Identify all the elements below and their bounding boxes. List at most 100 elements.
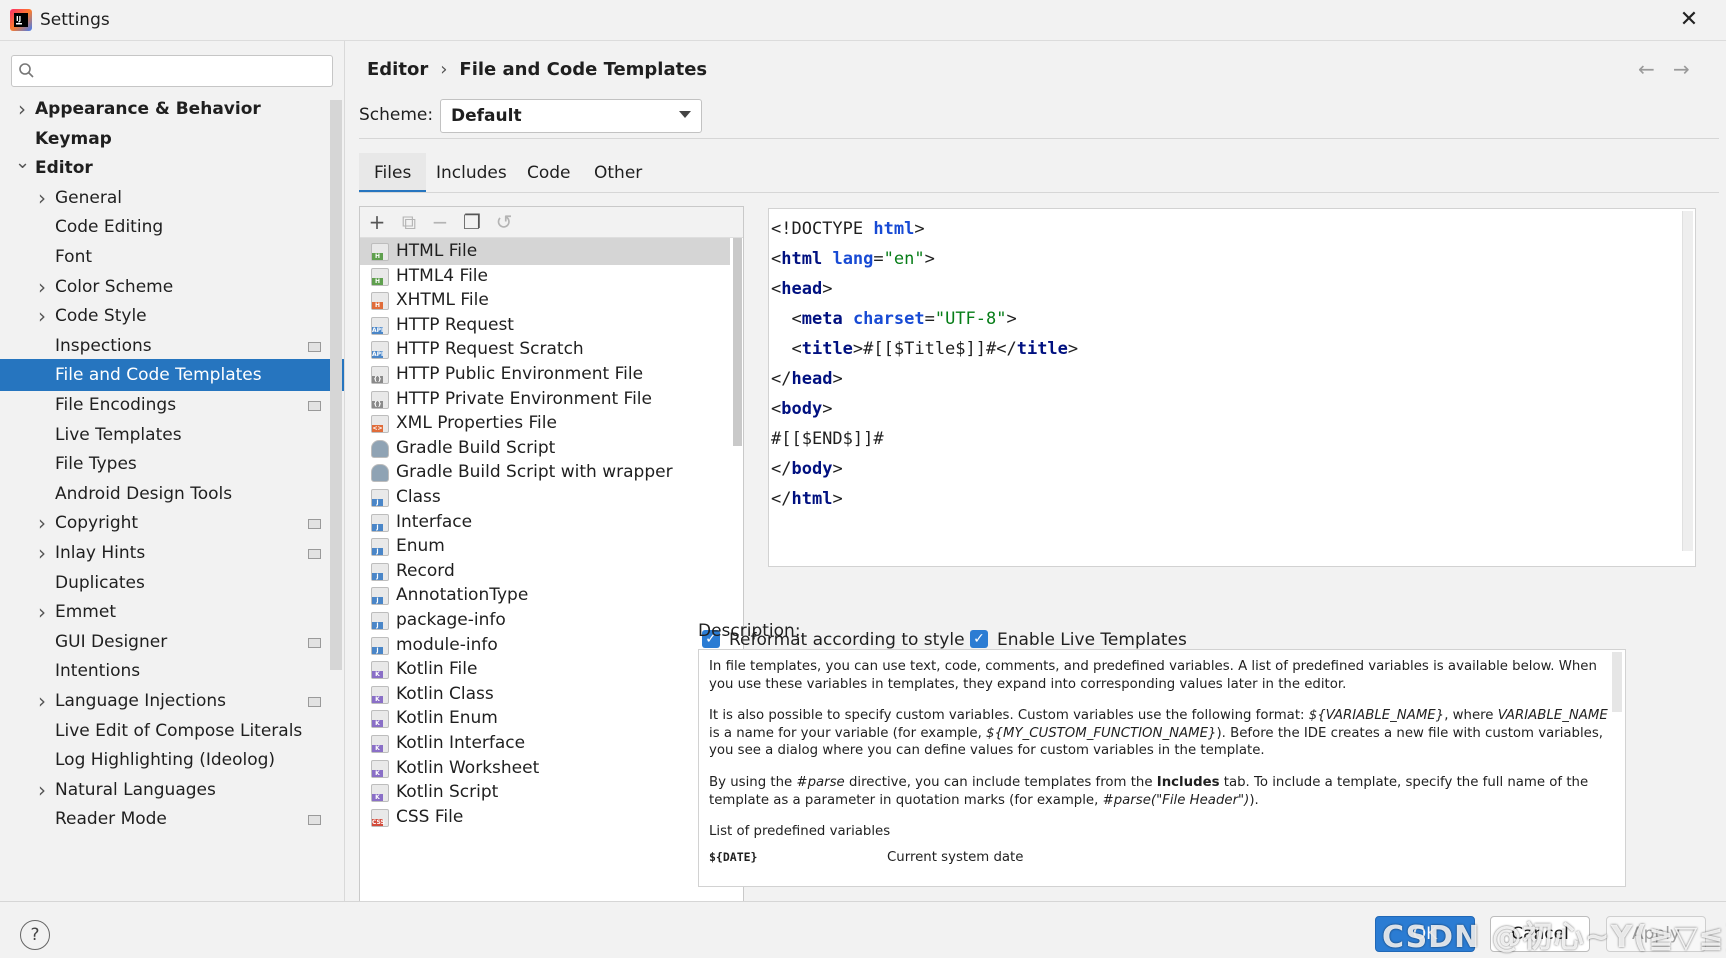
chevron-right-icon[interactable]: › — [35, 774, 49, 806]
sidebar-item-appearance-behavior[interactable]: › Appearance & Behavior — [0, 93, 344, 125]
chevron-right-icon[interactable]: › — [35, 685, 49, 717]
template-list-item[interactable]: K Kotlin Script — [360, 779, 730, 806]
template-list-item[interactable]: K Kotlin Enum — [360, 705, 730, 732]
template-list-item[interactable]: H XHTML File — [360, 287, 730, 314]
template-list-item[interactable]: K Kotlin File — [360, 656, 730, 683]
chevron-down-icon[interactable]: ⌄ — [15, 147, 30, 179]
sidebar-item-android-design-tools[interactable]: Android Design Tools — [0, 478, 344, 510]
template-list-item[interactable]: J AnnotationType — [360, 582, 730, 609]
copy-icon[interactable]: ❐ — [460, 210, 484, 234]
template-list-item[interactable]: CSS CSS File — [360, 804, 730, 831]
sidebar-scrollbar[interactable] — [330, 100, 342, 670]
sidebar-item-live-templates[interactable]: Live Templates — [0, 419, 344, 451]
template-list-item[interactable]: K Kotlin Interface — [360, 730, 730, 757]
template-list-item[interactable]: API HTTP Request Scratch — [360, 336, 730, 363]
template-name: HTTP Public Environment File — [396, 364, 644, 384]
sidebar-item-general[interactable]: › General — [0, 182, 344, 214]
java-file-icon: J — [371, 489, 389, 507]
add-icon[interactable]: + — [365, 210, 389, 234]
sidebar-item-label: Copyright — [55, 513, 139, 534]
remove-icon[interactable]: − — [428, 210, 452, 234]
template-list-item[interactable]: <> XML Properties File — [360, 410, 730, 437]
variable-row: ${DATE} Current system date — [709, 849, 1609, 869]
template-list-item[interactable]: Jmodule-info — [360, 632, 730, 659]
sidebar-item-natural-languages[interactable]: › Natural Languages — [0, 774, 344, 806]
reset-icon[interactable]: ↺ — [492, 210, 516, 234]
template-list-item[interactable]: K Kotlin Worksheet — [360, 755, 730, 782]
template-list-item[interactable]: API HTTP Request — [360, 312, 730, 339]
template-list-toolbar: + ⧉ − ❐ ↺ — [360, 207, 743, 238]
code-line: <!DOCTYPE html> — [771, 219, 925, 239]
sidebar-item-live-edit-of-compose-literals[interactable]: Live Edit of Compose Literals — [0, 715, 344, 747]
template-list-item[interactable]: H HTML4 File — [360, 263, 730, 290]
divider — [359, 138, 1719, 139]
close-icon[interactable]: ✕ — [1672, 6, 1706, 34]
sidebar-item-font[interactable]: Font — [0, 241, 344, 273]
sidebar-item-file-types[interactable]: File Types — [0, 448, 344, 480]
template-code-editor[interactable]: <!DOCTYPE html> <html lang="en"> <head> <m… — [768, 208, 1696, 567]
breadcrumb-parent[interactable]: Editor — [367, 59, 428, 80]
sidebar-item-file-and-code-templates[interactable]: File and Code Templates — [0, 359, 344, 392]
chevron-right-icon[interactable]: › — [35, 271, 49, 303]
sidebar-item-editor[interactable]: ⌄ Editor — [0, 152, 344, 184]
sidebar-item-file-encodings[interactable]: File Encodings — [0, 389, 344, 421]
template-name: Gradle Build Script — [396, 437, 556, 458]
template-name: Gradle Build Script with wrapper — [396, 462, 673, 483]
sidebar-item-inlay-hints[interactable]: › Inlay Hints — [0, 537, 344, 569]
scheme-dropdown[interactable]: Default — [440, 99, 702, 133]
template-name: XML Properties File — [396, 413, 557, 434]
chevron-right-icon[interactable]: › — [35, 537, 49, 569]
sidebar-item-label: Keymap — [35, 128, 112, 149]
tab-other[interactable]: Other — [579, 153, 657, 193]
template-list-item[interactable]: Gradle Build Script with wrapper — [360, 459, 730, 486]
template-list-item[interactable]: J Interface — [360, 509, 730, 536]
sidebar-item-copyright[interactable]: › Copyright — [0, 507, 344, 539]
add-child-icon[interactable]: ⧉ — [397, 210, 421, 234]
editor-scrollbar[interactable] — [1682, 211, 1693, 551]
help-icon[interactable]: ? — [20, 920, 50, 950]
sidebar-item-code-style[interactable]: › Code Style — [0, 300, 344, 332]
tab-includes[interactable]: Includes — [421, 153, 522, 193]
chevron-right-icon[interactable]: › — [15, 93, 29, 125]
sidebar-item-language-injections[interactable]: › Language Injections — [0, 685, 344, 717]
sidebar-item-color-scheme[interactable]: › Color Scheme — [0, 271, 344, 303]
description-scrollbar[interactable] — [1612, 652, 1622, 712]
chevron-right-icon[interactable]: › — [35, 300, 49, 332]
sidebar-item-intentions[interactable]: Intentions — [0, 655, 344, 687]
dialog-footer: ? OK Cancel Apply CSDN @初心~Y(≧▽≦) — [0, 901, 1726, 958]
sidebar-item-inspections[interactable]: Inspections — [0, 330, 344, 362]
sidebar-item-emmet[interactable]: › Emmet — [0, 596, 344, 628]
template-list-item[interactable]: H HTML File — [360, 238, 730, 265]
settings-search-input[interactable] — [11, 55, 333, 87]
template-list-item[interactable]: J Class — [360, 484, 730, 511]
sidebar-item-gui-designer[interactable]: GUI Designer — [0, 626, 344, 658]
project-scope-icon — [308, 549, 321, 559]
template-list-item[interactable]: {} HTTP Public Environment File — [360, 361, 730, 388]
sidebar-item-label: Duplicates — [55, 572, 145, 593]
template-list-item[interactable]: Jpackage-info — [360, 607, 730, 634]
forward-arrow-icon[interactable]: → — [1673, 57, 1690, 81]
template-list-item[interactable]: K Kotlin Class — [360, 681, 730, 708]
template-list-scrollbar[interactable] — [733, 238, 742, 446]
template-list-item[interactable]: J Record — [360, 558, 730, 585]
sidebar-item-label: Appearance & Behavior — [35, 99, 261, 119]
sidebar-item-reader-mode[interactable]: Reader Mode — [0, 803, 344, 835]
csdn-watermark: CSDN @初心~Y(≧▽≦) — [1382, 920, 1726, 955]
description-paragraph: By using the #parse directive, you can i… — [709, 774, 1589, 808]
tab-code[interactable]: Code — [512, 153, 586, 193]
template-name: Kotlin Enum — [396, 708, 498, 729]
chevron-right-icon[interactable]: › — [35, 596, 49, 628]
sidebar-item-code-editing[interactable]: Code Editing — [0, 211, 344, 243]
template-name: AnnotationType — [396, 585, 529, 606]
template-list-item[interactable]: Gradle Build Script — [360, 435, 730, 462]
back-arrow-icon[interactable]: ← — [1638, 57, 1655, 81]
template-list-item[interactable]: J Enum — [360, 533, 730, 560]
template-name: Kotlin Worksheet — [396, 757, 540, 778]
sidebar-item-duplicates[interactable]: Duplicates — [0, 567, 344, 599]
template-list-item[interactable]: {} HTTP Private Environment File — [360, 386, 730, 413]
sidebar-item-log-highlighting-ideolog[interactable]: Log Highlighting (Ideolog) — [0, 744, 344, 776]
chevron-right-icon[interactable]: › — [35, 182, 49, 214]
tab-files[interactable]: Files — [359, 153, 427, 193]
chevron-right-icon[interactable]: › — [35, 507, 49, 539]
sidebar-item-keymap[interactable]: Keymap — [0, 123, 344, 155]
